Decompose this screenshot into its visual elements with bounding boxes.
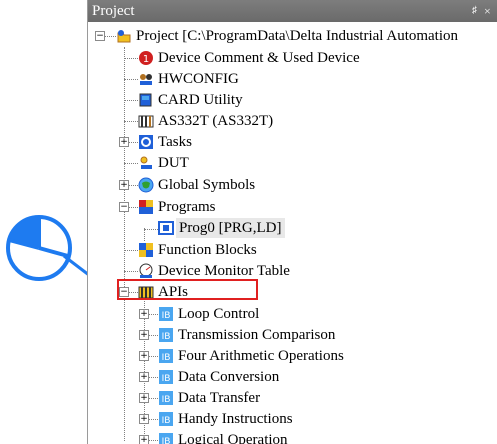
tree-node-label: Global Symbols (158, 177, 256, 193)
api-category-icon: IB (159, 328, 173, 342)
api-category-icon: IB (159, 433, 173, 444)
tree-node-label: Data Conversion (178, 369, 280, 385)
dut-icon (140, 156, 152, 169)
tree-line (124, 271, 138, 272)
logical-operation-expander[interactable]: + (139, 435, 149, 444)
tree-node-label: AS332T (AS332T) (158, 113, 274, 129)
tree-node-label: Transmission Comparison (178, 327, 336, 343)
root-expander[interactable]: − (95, 31, 105, 41)
tree-node-label: Function Blocks (158, 242, 257, 258)
tree-node-label: DUT (158, 155, 189, 171)
tree-node-label: Logical Operation (178, 432, 288, 444)
tree-node-label: Loop Control (178, 306, 260, 322)
global-symbols-icon (138, 177, 154, 193)
programs-icon (139, 200, 153, 214)
svg-text:IB: IB (162, 353, 171, 363)
tree-line (104, 36, 116, 37)
tree-node-label: Handy Instructions (178, 411, 293, 427)
api-category-icon: IB (159, 307, 173, 321)
api-category-icon: IB (159, 349, 173, 363)
tree-line (124, 163, 138, 164)
svg-text:1: 1 (143, 54, 149, 65)
tasks-expander[interactable]: + (119, 137, 129, 147)
tree-line (124, 121, 138, 122)
tree-node-label: HWCONFIG (158, 71, 239, 87)
tree-node-label: Four Arithmetic Operations (178, 348, 344, 364)
svg-text:IB: IB (162, 332, 171, 342)
tree-node-label: Device Monitor Table (158, 263, 290, 279)
tree-node-label: Project [C:\ProgramData\Delta Industrial… (136, 28, 459, 44)
tree-line (124, 79, 138, 80)
tree-line (124, 58, 138, 59)
card-utility-icon (139, 93, 152, 107)
tree-line (124, 250, 138, 251)
tree-node-label: Prog0 [PRG,LD] (176, 218, 285, 238)
tree-line (124, 47, 125, 441)
api-category-icon: IB (159, 391, 173, 405)
project-panel-titlebar: Project ♯ × (88, 0, 497, 22)
device-monitor-icon (139, 263, 153, 278)
tree-node-label: CARD Utility (158, 92, 243, 108)
apis-highlight-box (117, 279, 258, 300)
tree-node-label: Tasks (158, 134, 192, 150)
function-blocks-icon (139, 243, 153, 257)
tree-node-label: Programs (158, 199, 216, 215)
api-category-icon: IB (159, 370, 173, 384)
svg-text:IB: IB (162, 374, 171, 384)
svg-text:IB: IB (162, 416, 171, 426)
tree-line (124, 100, 138, 101)
data-conversion-expander[interactable]: + (139, 372, 149, 382)
handy-instructions-expander[interactable]: + (139, 414, 149, 424)
hwconfig-icon (140, 74, 152, 85)
four-arithmetic-expander[interactable]: + (139, 351, 149, 361)
tree-node-label: Data Transfer (178, 390, 261, 406)
plc-icon (138, 115, 154, 128)
tree-node-label: Device Comment & Used Device (158, 50, 360, 66)
device-comment-icon: 1 (139, 51, 153, 65)
svg-text:IB: IB (162, 311, 171, 321)
data-transfer-expander[interactable]: + (139, 393, 149, 403)
loop-control-expander[interactable]: + (139, 309, 149, 319)
program-file-icon (158, 221, 174, 235)
programs-expander[interactable]: − (119, 202, 129, 212)
tasks-icon (139, 135, 153, 149)
project-panel: Project ♯ × − Project [C:\ProgramData\De… (87, 0, 497, 444)
close-icon[interactable]: × (484, 0, 491, 22)
project-tree: − Project [C:\ProgramData\Delta Industri… (88, 22, 497, 444)
api-category-icon: IB (159, 412, 173, 426)
transmission-comparison-expander[interactable]: + (139, 330, 149, 340)
global-symbols-expander[interactable]: + (119, 180, 129, 190)
svg-text:IB: IB (162, 395, 171, 405)
svg-text:IB: IB (162, 437, 171, 444)
tree-line (144, 229, 158, 230)
panel-title: Project (92, 3, 135, 19)
pin-icon[interactable]: ♯ (472, 0, 477, 22)
project-icon (117, 30, 131, 43)
